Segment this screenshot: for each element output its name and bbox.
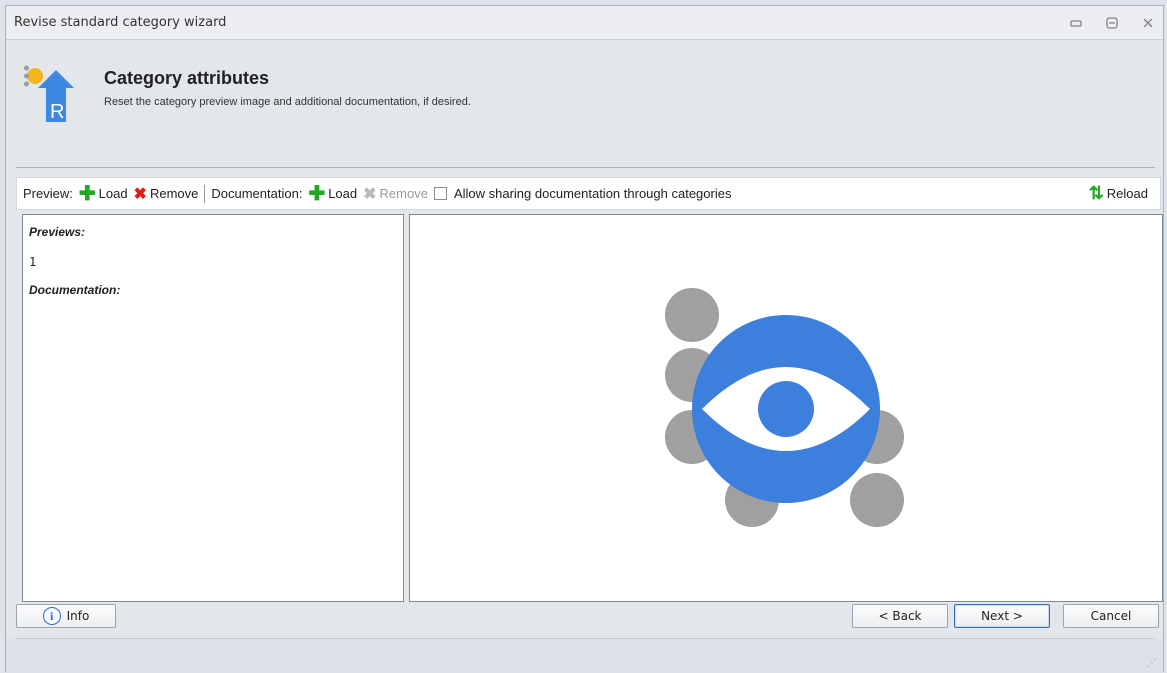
allow-sharing-label: Allow sharing documentation through cate… xyxy=(453,186,732,201)
preview-remove-button[interactable]: ✖ Remove xyxy=(134,184,199,204)
cancel-button[interactable]: Cancel xyxy=(1063,604,1159,628)
info-icon: i xyxy=(42,607,61,625)
reload-icon: ⇅ xyxy=(1088,183,1104,203)
plus-icon: ✚ xyxy=(78,182,96,205)
preview-list-item[interactable]: 1 xyxy=(29,255,36,269)
preview-load-button[interactable]: ✚ Load xyxy=(78,182,128,205)
preview-image-pane xyxy=(409,214,1163,602)
page-title: Category attributes xyxy=(104,68,270,88)
preview-remove-label: Remove xyxy=(149,186,199,201)
eye-pupil xyxy=(758,381,814,437)
preview-load-label: Load xyxy=(98,186,128,201)
icon-letter: R xyxy=(50,101,64,123)
back-button[interactable]: < Back xyxy=(852,604,948,628)
wizard-button-bar: i Info < Back Next > Cancel xyxy=(6,604,1163,638)
plus-icon: ✚ xyxy=(308,182,326,205)
attributes-toolbar: Preview: ✚ Load ✖ Remove Documentation: … xyxy=(16,177,1161,210)
maximize-icon[interactable] xyxy=(1103,14,1121,32)
doc-remove-label: Remove xyxy=(379,186,428,201)
previews-heading: Previews: xyxy=(29,225,86,239)
category-wizard-icon: R xyxy=(24,65,74,123)
header-divider xyxy=(16,167,1155,168)
wizard-window: Revise standard category wizard R Catego… xyxy=(5,5,1164,673)
toolbar-divider xyxy=(204,184,206,203)
preview-label: Preview: xyxy=(23,186,73,201)
preview-image xyxy=(665,288,904,527)
gray-circle xyxy=(665,288,719,342)
minimize-icon[interactable] xyxy=(1067,14,1085,32)
resize-grip-icon[interactable]: ⋰ xyxy=(1147,658,1157,669)
documentation-label: Documentation: xyxy=(211,186,303,201)
doc-remove-button[interactable]: ✖ Remove xyxy=(363,184,428,204)
reload-label: Reload xyxy=(1106,186,1148,201)
doc-load-label: Load xyxy=(328,186,358,201)
wizard-header: R Category attributes Reset the category… xyxy=(6,40,1163,170)
documentation-heading: Documentation: xyxy=(29,283,121,297)
checkbox-box[interactable] xyxy=(433,187,447,200)
remove-icon: ✖ xyxy=(133,185,147,203)
page-subtitle: Reset the category preview image and add… xyxy=(104,96,471,108)
allow-sharing-checkbox[interactable]: Allow sharing documentation through cate… xyxy=(433,186,732,201)
title-bar: Revise standard category wizard xyxy=(6,6,1163,40)
gray-circle xyxy=(850,473,904,527)
window-title: Revise standard category wizard xyxy=(14,15,227,30)
attributes-list-pane[interactable]: Previews: 1 Documentation: xyxy=(22,214,404,602)
reload-button[interactable]: ⇅ Reload xyxy=(1089,183,1148,204)
window-controls xyxy=(1067,14,1157,32)
remove-icon: ✖ xyxy=(363,185,377,203)
doc-load-button[interactable]: ✚ Load xyxy=(308,182,358,205)
status-bar: ⋰ xyxy=(6,639,1163,673)
next-button[interactable]: Next > xyxy=(954,604,1050,628)
info-label: Info xyxy=(66,609,90,623)
info-button[interactable]: i Info xyxy=(16,604,116,628)
close-icon[interactable] xyxy=(1139,14,1157,32)
